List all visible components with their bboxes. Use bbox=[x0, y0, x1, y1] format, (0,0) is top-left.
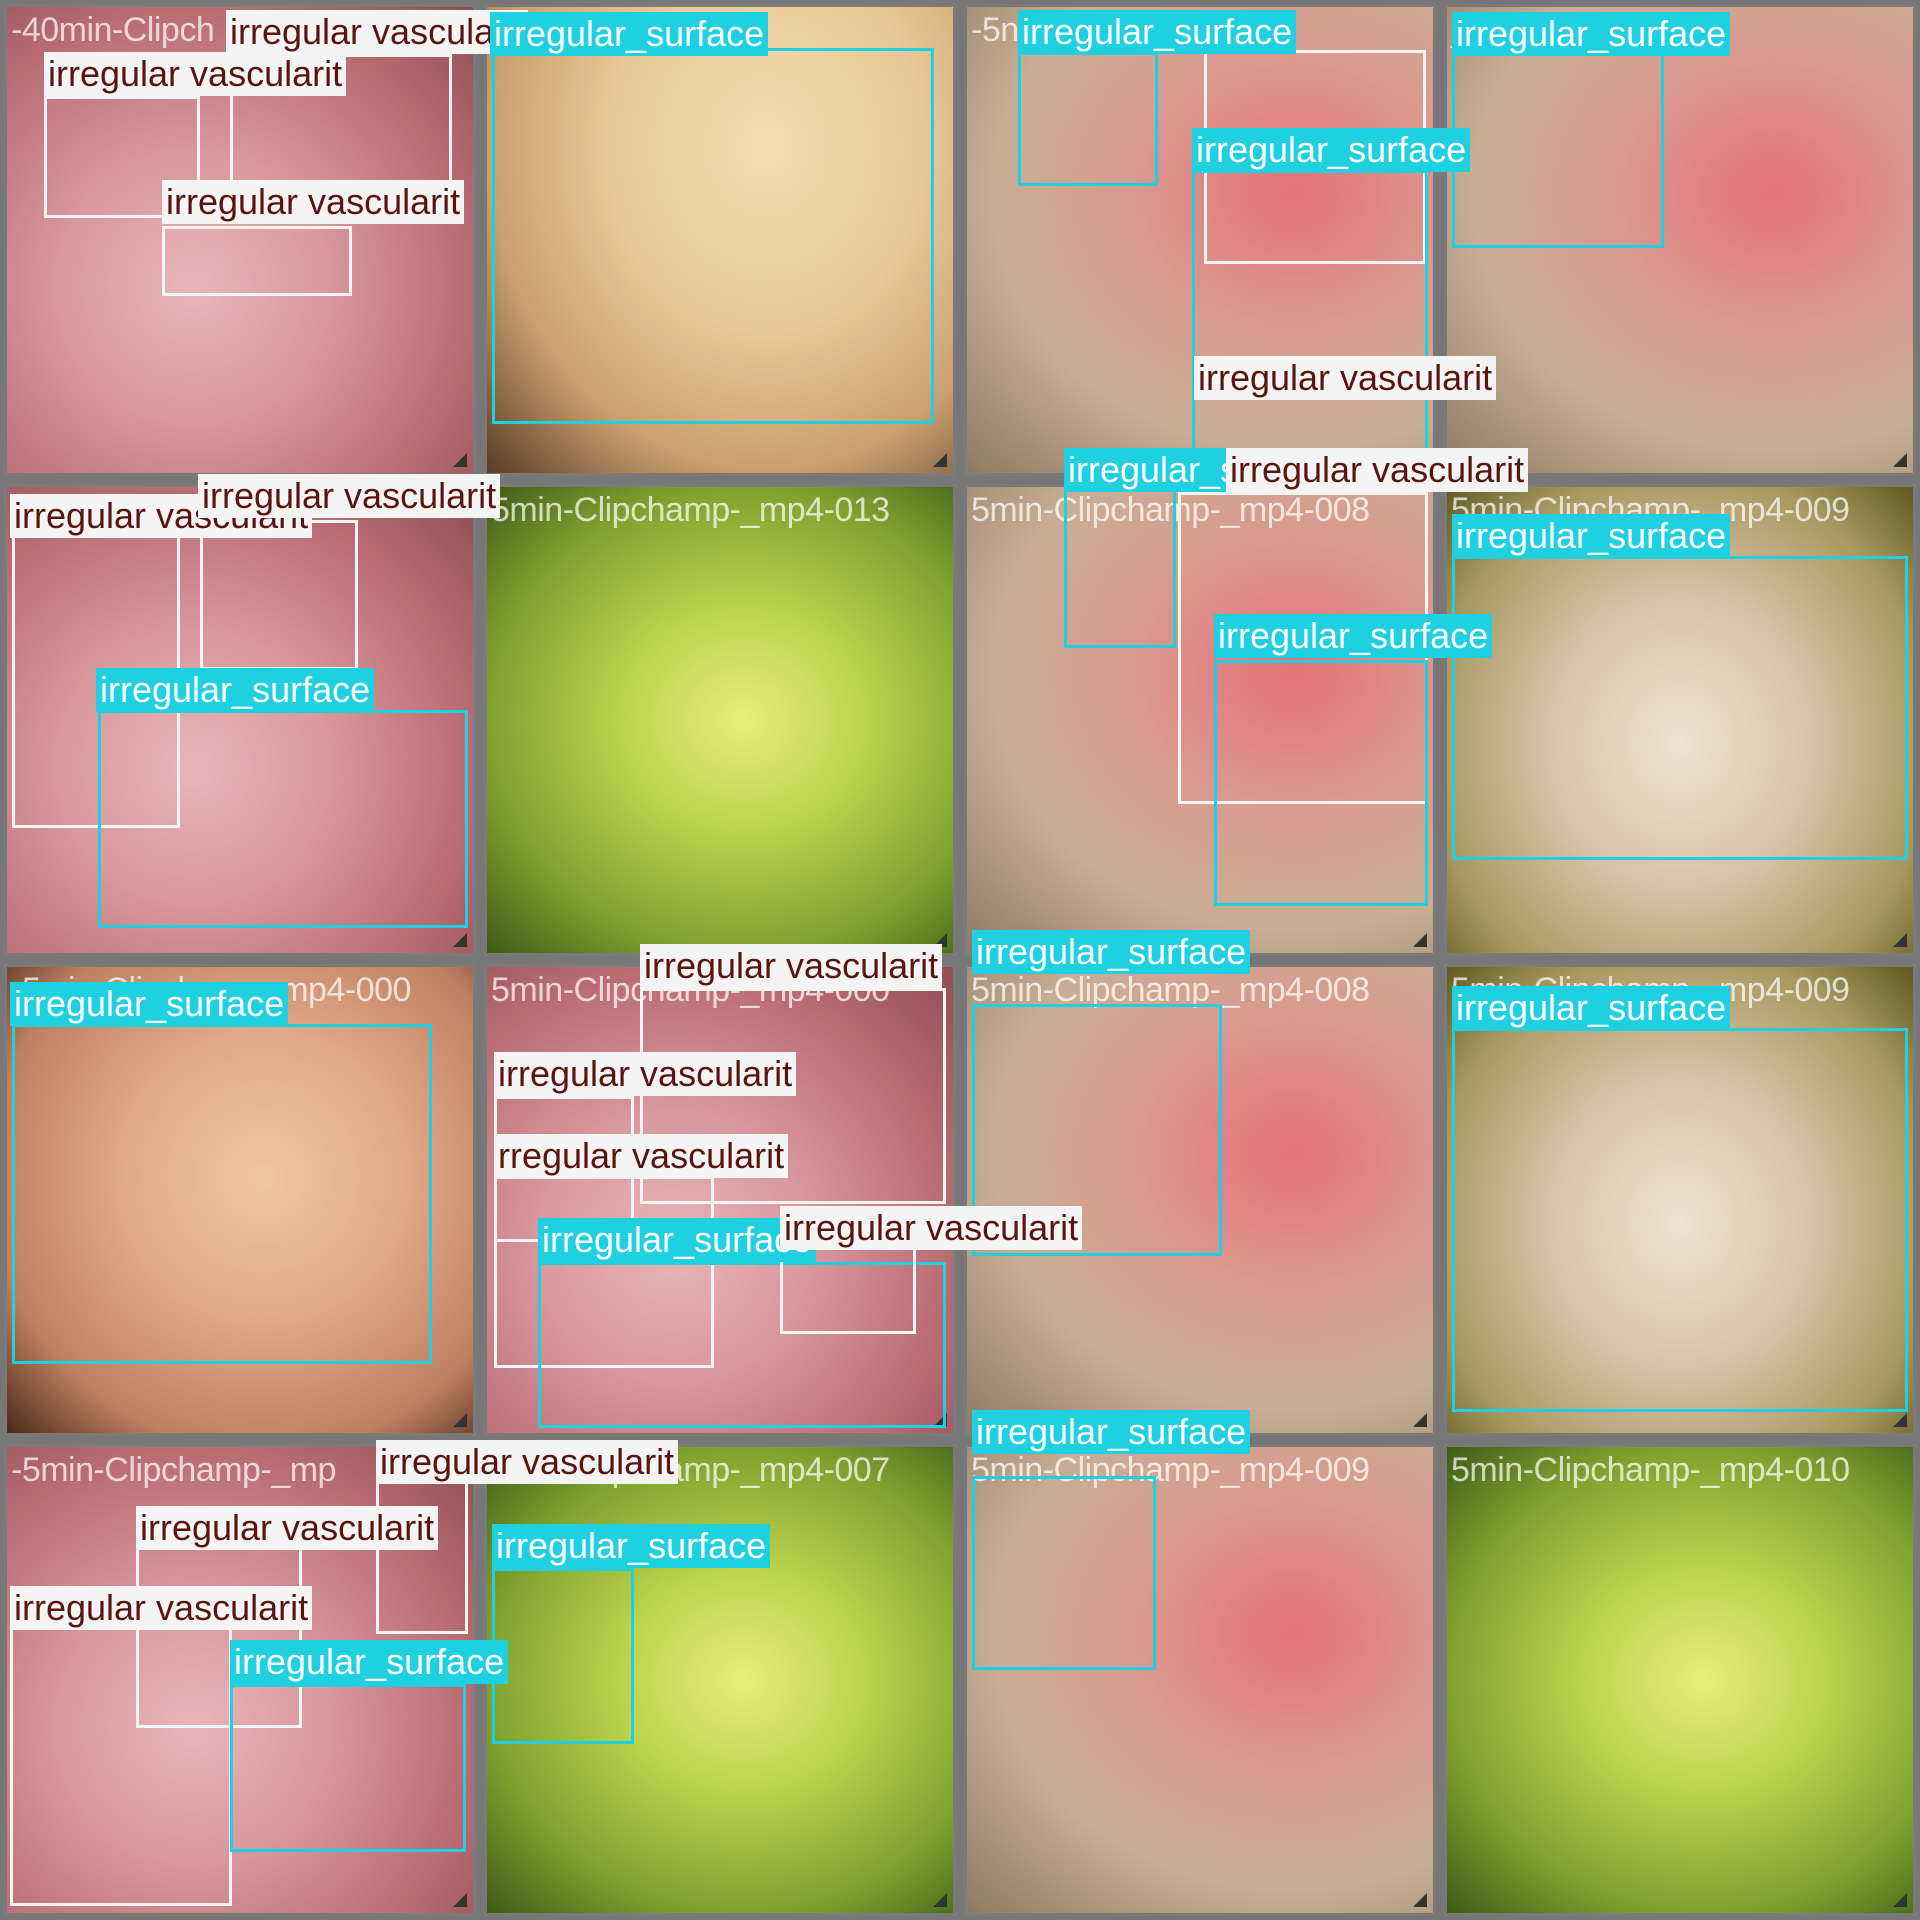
surface-label: irregular_surface bbox=[10, 982, 289, 1026]
image-tile-r2c3: 5min-Clipchamp-_mp4-008 bbox=[964, 484, 1436, 956]
tile-filename: 5min-Clipchamp-_mp4-008 bbox=[971, 971, 1370, 1009]
surface-label: irregular_surface bbox=[490, 12, 769, 56]
tile-filename: -5n bbox=[971, 11, 1019, 49]
surface-label: irregular_surface bbox=[1452, 12, 1731, 56]
surface-label: irregular_surface bbox=[1018, 10, 1297, 54]
tile-filename: 5min-Clipchamp-_mp4-009 bbox=[971, 1451, 1370, 1489]
vascularity-label: irregular vascularit bbox=[136, 1506, 439, 1550]
surface-label: irregular_surface bbox=[972, 1410, 1251, 1454]
surface-label: irregular_surface bbox=[1452, 986, 1731, 1030]
tile-corner-mark bbox=[453, 453, 467, 467]
surface-label: irregular_surface bbox=[1192, 128, 1471, 172]
tile-corner-mark bbox=[1893, 1893, 1907, 1907]
vascularity-label: irregular vascularit bbox=[10, 1586, 313, 1630]
surface-label: irregular_surface bbox=[230, 1640, 509, 1684]
tile-corner-mark bbox=[1413, 1413, 1427, 1427]
vascularity-label: irregular vascularit bbox=[1194, 356, 1497, 400]
image-tile-r1c4: _mp4-009 bbox=[1444, 4, 1916, 476]
vascularity-label: irregular vascularit bbox=[162, 180, 465, 224]
image-tile-r4c4: 5min-Clipchamp-_mp4-010 bbox=[1444, 1444, 1916, 1916]
image-tile-r3c4: 5min-Clipchamp-_mp4-009 bbox=[1444, 964, 1916, 1436]
vascularity-label: irregular vascularit bbox=[226, 10, 529, 54]
surface-label: irregular_surface bbox=[492, 1524, 771, 1568]
tile-corner-mark bbox=[933, 453, 947, 467]
tile-filename: 5min-Clipchamp-_mp4-008 bbox=[971, 491, 1370, 529]
image-tile-r1c2: _mp4-00 bbox=[484, 4, 956, 476]
tile-corner-mark bbox=[453, 933, 467, 947]
image-tile-r2c2: 5min-Clipchamp-_mp4-013 bbox=[484, 484, 956, 956]
tile-filename: -40min-Clipch bbox=[11, 11, 215, 49]
tile-corner-mark bbox=[1893, 933, 1907, 947]
tile-corner-mark bbox=[1413, 933, 1427, 947]
surface-label: irregular_surface bbox=[1214, 614, 1493, 658]
image-tile-r3c2: 5min-Clipchamp-_mp4-000 bbox=[484, 964, 956, 1436]
vascularity-label: irregular vascularit bbox=[44, 52, 347, 96]
tile-filename: 5min-Clipchamp-_mp4-010 bbox=[1451, 1451, 1850, 1489]
image-tile-r3c1: -5min-Clipcham- _mp4-000 bbox=[4, 964, 476, 1436]
vascularity-label: irregular vascularit bbox=[376, 1440, 679, 1484]
vascularity-label: irregular vascularit bbox=[640, 944, 943, 988]
vascularity-label: irregular vascularit bbox=[198, 474, 501, 518]
image-tile-r1c3: -5n bbox=[964, 4, 1436, 476]
vascularity-label: irregular vascularit bbox=[780, 1206, 1083, 1250]
vascularity-label: irregular vascularit bbox=[1226, 448, 1529, 492]
image-tile-r3c3: 5min-Clipchamp-_mp4-008 bbox=[964, 964, 1436, 1436]
image-tile-r2c1: _mp4-000 bbox=[4, 484, 476, 956]
tile-corner-mark bbox=[933, 1413, 947, 1427]
surface-label: irregular_surface bbox=[972, 930, 1251, 974]
tile-corner-mark bbox=[453, 1413, 467, 1427]
tile-corner-mark bbox=[453, 1893, 467, 1907]
tile-corner-mark bbox=[1413, 1893, 1427, 1907]
tile-corner-mark bbox=[1893, 1413, 1907, 1427]
vascularity-label: irregular vascularit bbox=[494, 1052, 797, 1096]
image-tile-r4c2: 5min-Clipchamp-_mp4-007 bbox=[484, 1444, 956, 1916]
surface-label: irregular_surface bbox=[538, 1218, 817, 1262]
tile-corner-mark bbox=[1893, 453, 1907, 467]
surface-label: irregular_surface bbox=[1452, 514, 1731, 558]
tile-filename: 5min-Clipchamp-_mp4-013 bbox=[491, 491, 890, 529]
detection-mosaic: -40min-Clipch_mp4-00-5n_mp4-009_mp4-0005… bbox=[0, 0, 1920, 1920]
surface-label: irregular_surface bbox=[96, 668, 375, 712]
image-tile-r4c3: 5min-Clipchamp-_mp4-009 bbox=[964, 1444, 1436, 1916]
tile-corner-mark bbox=[933, 1893, 947, 1907]
vascularity-label: rregular vascularit bbox=[494, 1134, 789, 1178]
tile-filename: -5min-Clipchamp-_mp bbox=[11, 1451, 336, 1489]
